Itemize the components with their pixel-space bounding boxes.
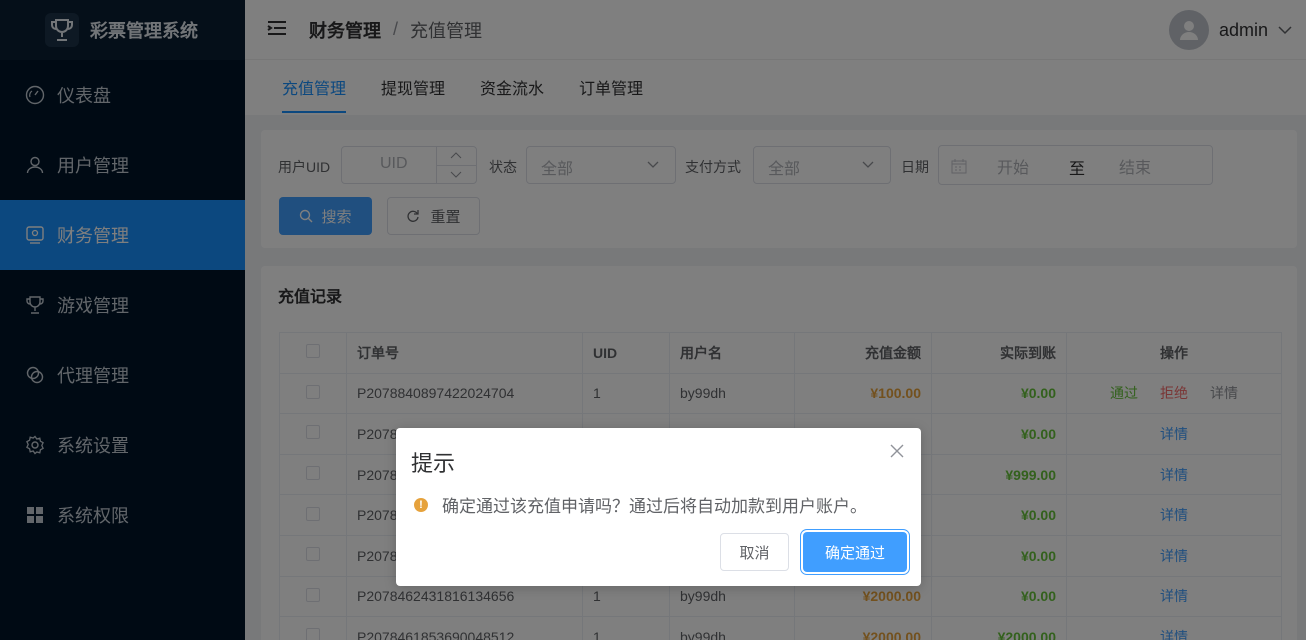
dialog-message-row: ! 确定通过该充值申请吗？通过后将自动加款到用户账户。 <box>414 492 867 517</box>
cancel-button[interactable]: 取消 <box>720 533 789 571</box>
confirm-approve-button[interactable]: 确定通过 <box>803 532 907 572</box>
confirm-dialog: 提示 ! 确定通过该充值申请吗？通过后将自动加款到用户账户。 取消 确定通过 <box>396 428 921 586</box>
dialog-message: 确定通过该充值申请吗？通过后将自动加款到用户账户。 <box>442 497 867 516</box>
close-icon[interactable] <box>890 444 904 458</box>
warning-icon: ! <box>414 497 428 512</box>
dialog-title: 提示 <box>411 451 456 476</box>
